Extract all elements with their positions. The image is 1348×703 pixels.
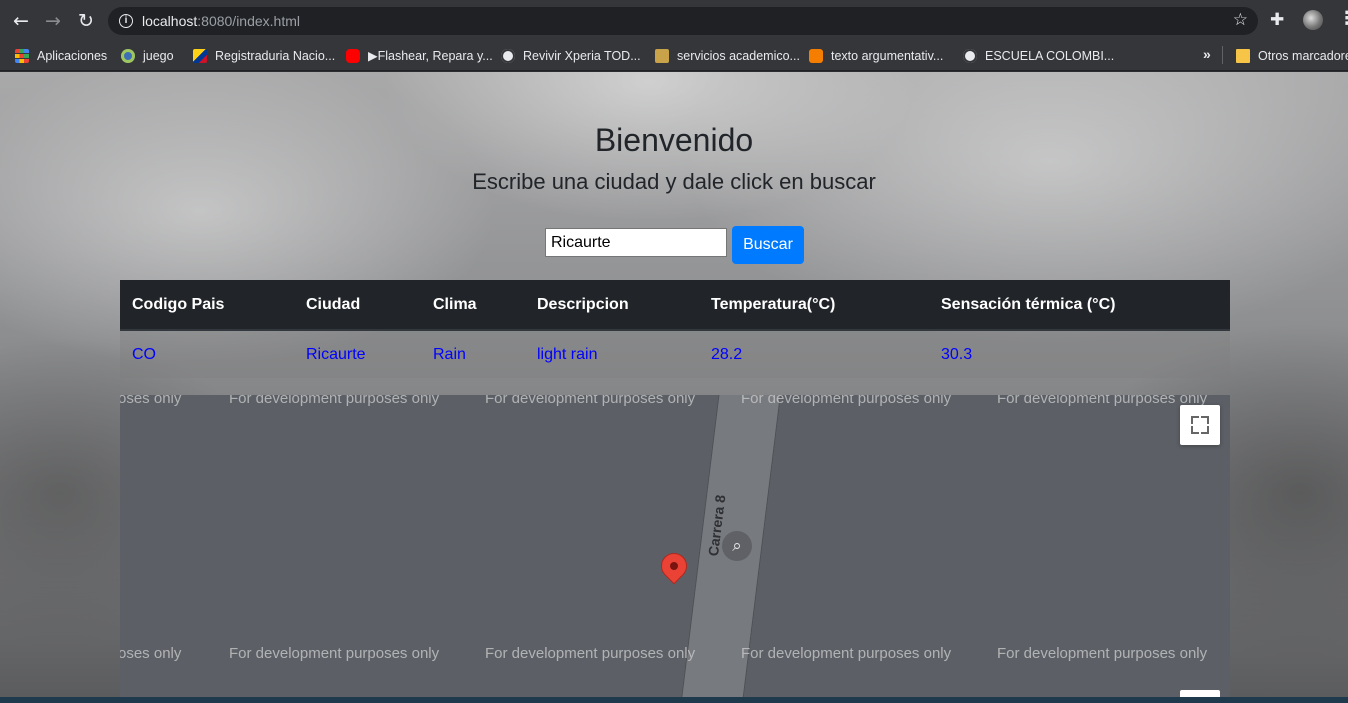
address-bar[interactable]: i localhost:8080/index.html ☆ bbox=[108, 7, 1258, 35]
google-map[interactable]: Carrera 8 ⌕ oses only For development pu… bbox=[120, 395, 1230, 703]
bookmark-label: servicios academico... bbox=[677, 49, 800, 63]
extensions-puzzle-icon[interactable]: ✚ bbox=[1270, 10, 1284, 30]
bookmarks-divider bbox=[1222, 46, 1223, 64]
dev-watermark: For development purposes only bbox=[485, 395, 696, 407]
reload-icon[interactable]: ↻ bbox=[74, 9, 98, 33]
road-search-icon: ⌕ bbox=[722, 531, 752, 561]
fullscreen-corner-icon bbox=[1201, 426, 1209, 434]
search-button[interactable]: Buscar bbox=[732, 226, 804, 264]
browser-menu-icon[interactable]: ⋮ bbox=[1338, 8, 1348, 29]
header-temperatura: Temperatura(°C) bbox=[699, 280, 929, 331]
other-bookmarks[interactable]: Otros marcadores bbox=[1236, 46, 1348, 66]
bookmark-flashear[interactable]: ▶Flashear, Repara y... bbox=[346, 46, 493, 66]
browser-toolbar: ← → ↻ i localhost:8080/index.html ☆ ✚ ⋮ bbox=[0, 0, 1348, 41]
cell-temperatura: 28.2 bbox=[699, 330, 929, 378]
globe-icon bbox=[963, 48, 977, 63]
header-sensacion-termica: Sensación térmica (°C) bbox=[929, 280, 1230, 331]
dev-watermark: For development purposes only bbox=[997, 395, 1208, 407]
profile-avatar[interactable] bbox=[1303, 10, 1323, 30]
site-info-icon[interactable]: i bbox=[119, 14, 133, 28]
forward-arrow-icon[interactable]: → bbox=[41, 9, 65, 33]
dev-watermark: For development purposes only bbox=[485, 645, 696, 662]
cell-descripcion: light rain bbox=[525, 330, 699, 378]
fullscreen-corner-icon bbox=[1191, 426, 1199, 434]
bookmark-label: Registraduria Nacio... bbox=[215, 49, 336, 63]
header-codigo-pais: Codigo Pais bbox=[120, 280, 294, 331]
page-subtitle: Escribe una ciudad y dale click en busca… bbox=[472, 169, 876, 194]
bookmark-label: ▶Flashear, Repara y... bbox=[368, 49, 493, 63]
blogger-icon bbox=[809, 48, 823, 63]
bookmark-servicios-academicos[interactable]: servicios academico... bbox=[655, 46, 800, 66]
dev-watermark: For development purposes only bbox=[229, 395, 440, 407]
folder-icon bbox=[1236, 48, 1250, 63]
bookmark-label: Aplicaciones bbox=[37, 49, 108, 63]
url-text[interactable]: localhost:8080/index.html bbox=[142, 13, 300, 29]
location-pin-icon[interactable] bbox=[655, 547, 693, 585]
page-title: Bienvenido bbox=[594, 122, 754, 158]
bookmark-label: juego bbox=[143, 49, 174, 63]
bookmark-texto-argumentativo[interactable]: texto argumentativ... bbox=[809, 46, 943, 66]
juego-icon bbox=[121, 48, 135, 63]
header-clima: Clima bbox=[421, 280, 525, 331]
dev-watermark: For development purposes only bbox=[229, 645, 440, 662]
more-bookmarks-chevron-icon[interactable]: » bbox=[1203, 46, 1211, 62]
globe-icon bbox=[501, 48, 515, 63]
url-path: :8080/index.html bbox=[197, 13, 300, 29]
bookmark-label: Revivir Xperia TOD... bbox=[523, 49, 641, 63]
cell-codigo-pais: CO bbox=[120, 330, 294, 378]
apps-grid-icon bbox=[15, 48, 29, 63]
cell-sensacion-termica: 30.3 bbox=[929, 330, 1230, 378]
header-descripcion: Descripcion bbox=[525, 280, 699, 331]
bookmark-label: ESCUELA COLOMBI... bbox=[985, 49, 1115, 63]
bookmark-escuela-colombiana[interactable]: ESCUELA COLOMBI... bbox=[963, 46, 1114, 66]
url-host: localhost bbox=[142, 13, 198, 29]
cell-ciudad: Ricaurte bbox=[294, 330, 421, 378]
fullscreen-corner-icon bbox=[1191, 416, 1199, 424]
fullscreen-button[interactable] bbox=[1180, 405, 1220, 445]
dev-watermark: For development purposes only bbox=[997, 645, 1208, 662]
bookmark-label: texto argumentativ... bbox=[831, 49, 944, 63]
bookmark-juego[interactable]: juego bbox=[121, 46, 174, 66]
fullscreen-corner-icon bbox=[1201, 416, 1209, 424]
table-header-row: Codigo Pais Ciudad Clima Descripcion Tem… bbox=[120, 280, 1230, 331]
dev-watermark: For development purposes only bbox=[741, 645, 952, 662]
youtube-icon bbox=[346, 48, 360, 63]
bookmark-star-icon[interactable]: ☆ bbox=[1233, 10, 1248, 30]
os-taskbar bbox=[0, 697, 1348, 703]
cell-clima: Rain bbox=[421, 330, 525, 378]
registraduria-icon bbox=[193, 48, 207, 63]
header-ciudad: Ciudad bbox=[294, 280, 421, 331]
dev-watermark: oses only bbox=[120, 395, 182, 407]
bookmark-aplicaciones[interactable]: Aplicaciones bbox=[15, 46, 107, 66]
bookmarks-bar: Aplicaciones juego Registraduria Nacio..… bbox=[0, 41, 1348, 71]
dev-watermark: oses only bbox=[120, 645, 182, 662]
bookmark-revivir-xperia[interactable]: Revivir Xperia TOD... bbox=[501, 46, 641, 66]
academic-icon bbox=[655, 48, 669, 63]
table-row: CO Ricaurte Rain light rain 28.2 30.3 bbox=[120, 330, 1230, 378]
weather-table: Codigo Pais Ciudad Clima Descripcion Tem… bbox=[120, 280, 1230, 378]
page-body: Bienvenido Escribe una ciudad y dale cli… bbox=[0, 72, 1348, 703]
city-search-input[interactable] bbox=[545, 228, 727, 257]
dev-watermark: For development purposes only bbox=[741, 395, 952, 407]
bookmark-registraduria[interactable]: Registraduria Nacio... bbox=[193, 46, 335, 66]
back-arrow-icon[interactable]: ← bbox=[9, 9, 33, 33]
bookmark-label: Otros marcadores bbox=[1258, 49, 1348, 63]
